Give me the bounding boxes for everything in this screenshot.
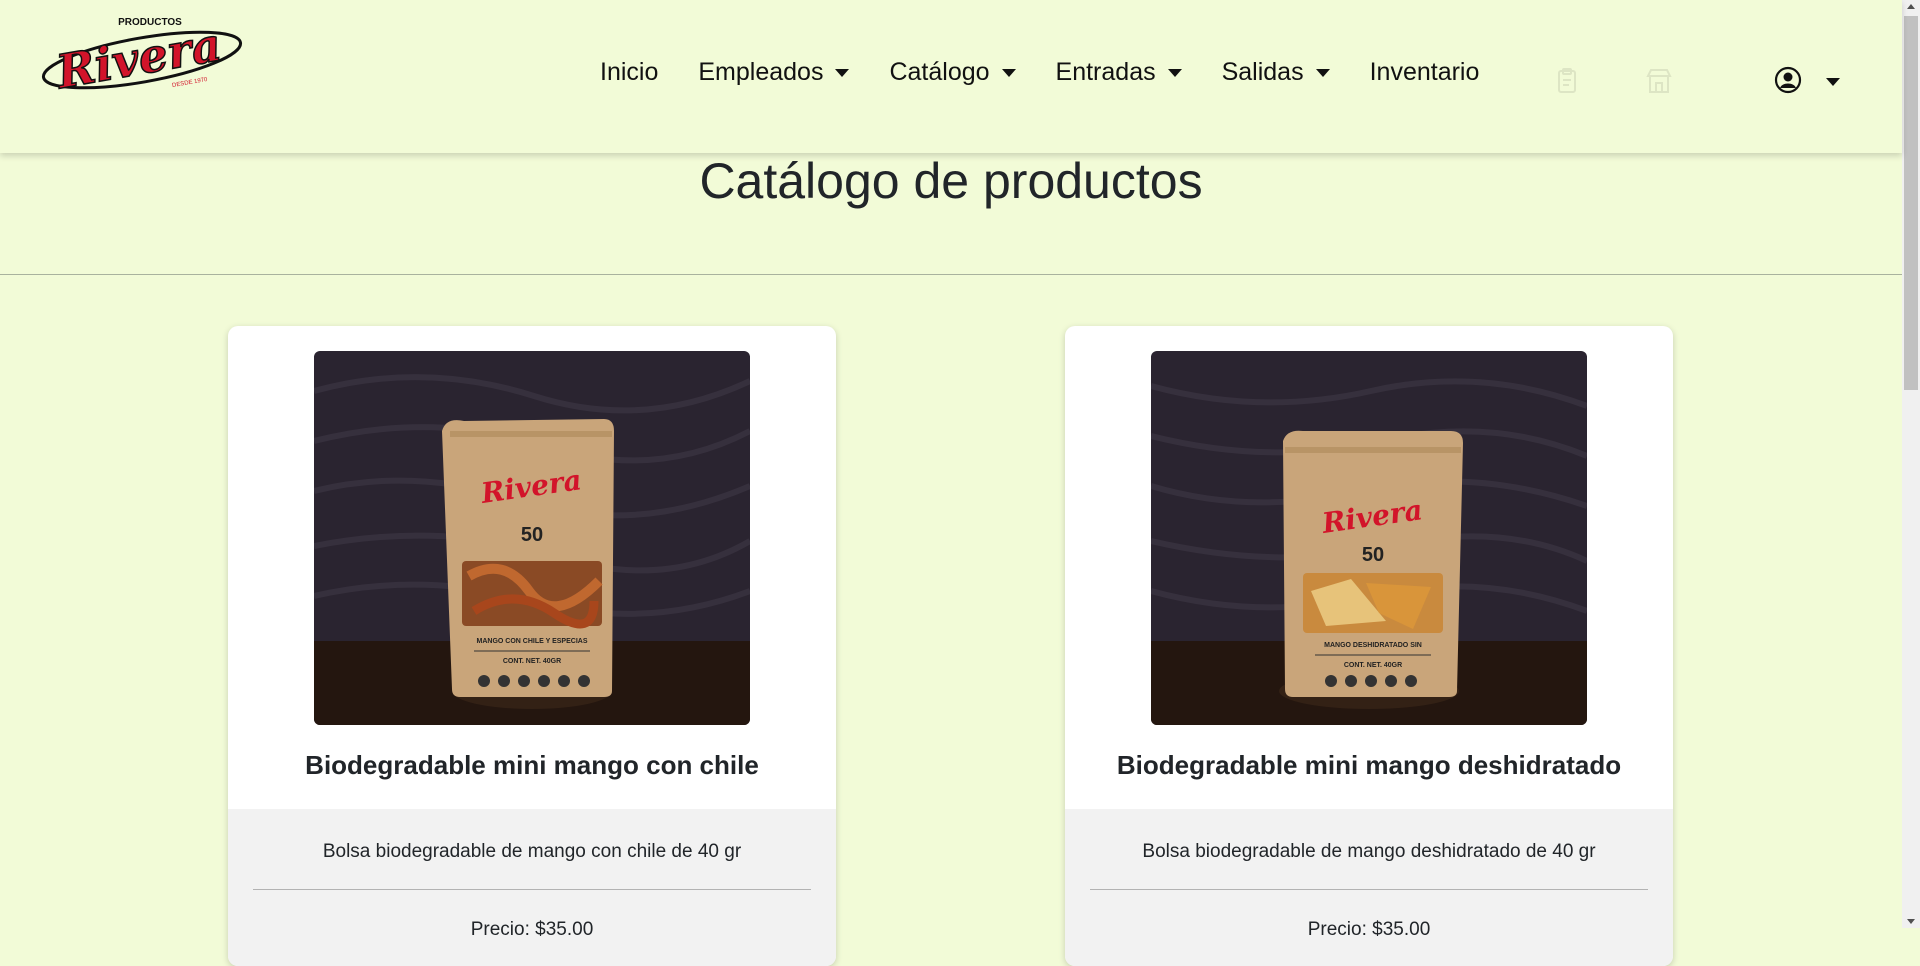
product-card[interactable]: Rivera 50 MANGO DESHIDRATADO SIN CONT. N… [1065, 326, 1673, 966]
svg-text:MANGO DESHIDRATADO SIN: MANGO DESHIDRATADO SIN [1324, 642, 1422, 649]
nav-label: Entradas [1055, 58, 1156, 86]
nav-item-entradas[interactable]: Entradas [1056, 58, 1182, 87]
nav-item-inventario[interactable]: Inventario [1370, 58, 1480, 87]
user-menu-caret-icon[interactable] [1826, 78, 1840, 86]
product-card[interactable]: Rivera 50 MANGO CON CHILE Y ESPECIAS CON… [228, 326, 836, 966]
svg-text:CONT. NET. 40GR: CONT. NET. 40GR [1344, 662, 1402, 669]
nav-item-salidas[interactable]: Salidas [1222, 58, 1330, 87]
caret-down-icon [1315, 68, 1330, 77]
nav-label: Catálogo [889, 58, 990, 86]
header-divider [0, 274, 1902, 275]
product-image: Rivera 50 MANGO DESHIDRATADO SIN CONT. N… [1151, 351, 1587, 725]
card-divider [253, 889, 811, 890]
product-price: Precio: $35.00 [470, 919, 594, 940]
scrollbar-thumb[interactable] [1904, 16, 1918, 390]
store-icon[interactable] [1644, 66, 1674, 96]
svg-text:MANGO CON CHILE Y ESPECIAS: MANGO CON CHILE Y ESPECIAS [477, 638, 588, 645]
nav-item-inicio[interactable]: Inicio [600, 58, 658, 87]
nav-item-empleados[interactable]: Empleados [698, 58, 850, 87]
navbar: PRODUCTOS Rivera DESDE 1970 Inicio Emple… [0, 0, 1902, 153]
scroll-down-arrow-icon[interactable] [1907, 919, 1915, 924]
card-footer: Bolsa biodegradable de mango deshidratad… [1065, 809, 1673, 966]
nav-label: Inicio [600, 58, 659, 86]
vertical-scrollbar[interactable] [1902, 0, 1920, 928]
caret-down-icon [835, 68, 850, 77]
nav-label: Inventario [1369, 58, 1480, 86]
svg-text:50: 50 [521, 524, 543, 546]
nav-item-catalogo[interactable]: Catálogo [889, 58, 1016, 87]
nav-label: Empleados [698, 58, 824, 86]
user-circle-icon[interactable] [1774, 66, 1802, 94]
product-title: Biodegradable mini mango deshidratado [1116, 750, 1622, 780]
rivera-logo[interactable]: PRODUCTOS Rivera DESDE 1970 [40, 14, 245, 94]
scroll-up-arrow-icon[interactable] [1907, 4, 1915, 9]
nav-links: Inicio Empleados Catálogo Entradas Salid… [600, 58, 1519, 87]
product-description: Bolsa biodegradable de mango con chile d… [322, 841, 742, 862]
card-divider [1090, 889, 1648, 890]
clipboard-icon[interactable] [1552, 66, 1582, 96]
product-price: Precio: $35.00 [1307, 919, 1431, 940]
caret-down-icon [1167, 68, 1182, 77]
product-description: Bolsa biodegradable de mango deshidratad… [1142, 841, 1596, 862]
svg-text:50: 50 [1362, 544, 1384, 566]
page-title: Catálogo de productos [699, 153, 1203, 209]
svg-text:CONT. NET. 40GR: CONT. NET. 40GR [503, 658, 561, 665]
nav-label: Salidas [1221, 58, 1304, 86]
caret-down-icon [1001, 68, 1016, 77]
product-image: Rivera 50 MANGO CON CHILE Y ESPECIAS CON… [314, 351, 750, 725]
product-title: Biodegradable mini mango con chile [305, 750, 759, 780]
card-footer: Bolsa biodegradable de mango con chile d… [228, 809, 836, 966]
